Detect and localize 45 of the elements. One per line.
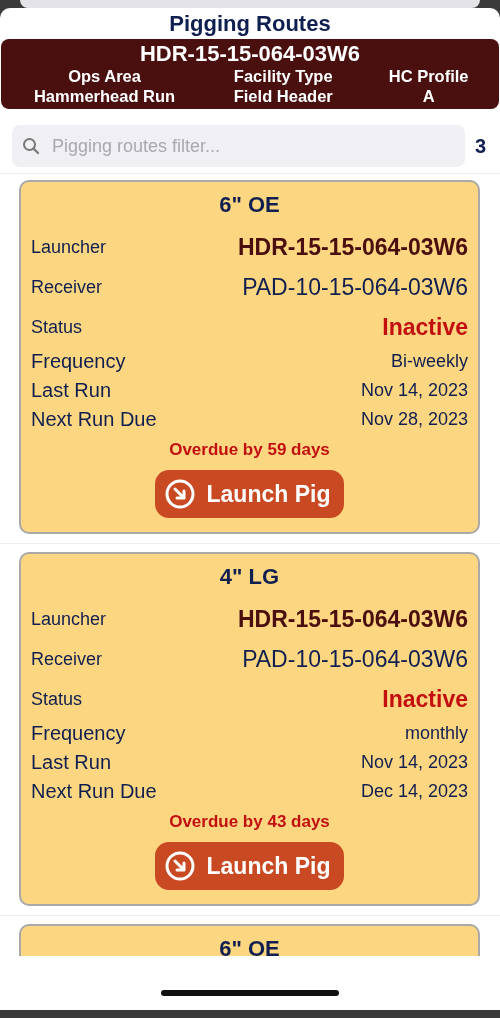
route-name: 6" OE xyxy=(218,936,281,956)
overdue-text: Overdue by 59 days xyxy=(168,440,331,460)
detail-label: Last Run xyxy=(31,379,112,402)
route-name: 6" OE xyxy=(218,192,281,218)
field-value: Hammerhead Run xyxy=(32,87,177,106)
field-label: HC Profile xyxy=(387,67,470,86)
detail-value: Nov 14, 2023 xyxy=(360,752,468,773)
launcher-value: HDR-15-15-064-03W6 xyxy=(237,233,468,261)
status-label: Status xyxy=(31,688,83,710)
detail-label: Next Run Due xyxy=(31,780,157,803)
search-icon xyxy=(22,137,40,155)
launch-pig-button[interactable]: Launch Pig xyxy=(154,470,345,518)
detail-label: Frequency xyxy=(31,722,126,745)
status-label: Status xyxy=(31,316,83,338)
field-value: Field Header xyxy=(232,87,334,106)
detail-value: Bi-weekly xyxy=(390,351,468,372)
facility-id: HDR-15-15-064-03W6 xyxy=(138,41,362,67)
page-title: Pigging Routes xyxy=(168,10,332,38)
receiver-label: Receiver xyxy=(31,276,103,298)
receiver-value: PAD-10-15-064-03W6 xyxy=(242,273,468,301)
detail-value: Nov 14, 2023 xyxy=(360,380,468,401)
home-indicator[interactable] xyxy=(161,990,339,996)
arrow-circle-icon xyxy=(164,851,195,881)
route-name: 4" LG xyxy=(218,564,281,590)
detail-label: Frequency xyxy=(31,350,126,373)
overdue-text: Overdue by 43 days xyxy=(168,812,331,832)
detail-label: Last Run xyxy=(31,751,112,774)
field-value: A xyxy=(421,87,436,106)
arrow-circle-icon xyxy=(164,479,195,509)
field-label: Ops Area xyxy=(67,67,142,86)
field-label: Facility Type xyxy=(232,67,334,86)
status-value: Inactive xyxy=(382,685,468,713)
receiver-value: PAD-10-15-064-03W6 xyxy=(242,645,468,673)
detail-label: Next Run Due xyxy=(31,408,157,431)
search-field[interactable]: Pigging routes filter... xyxy=(12,125,465,167)
detail-value: monthly xyxy=(404,723,468,744)
launcher-label: Launcher xyxy=(31,236,107,258)
status-value: Inactive xyxy=(382,313,468,341)
launch-pig-button[interactable]: Launch Pig xyxy=(154,842,345,890)
detail-value: Dec 14, 2023 xyxy=(360,781,468,802)
launcher-label: Launcher xyxy=(31,608,107,630)
detail-value: Nov 28, 2023 xyxy=(360,409,468,430)
launcher-value: HDR-15-15-064-03W6 xyxy=(237,605,468,633)
receiver-label: Receiver xyxy=(31,648,103,670)
result-count: 3 xyxy=(474,134,486,158)
